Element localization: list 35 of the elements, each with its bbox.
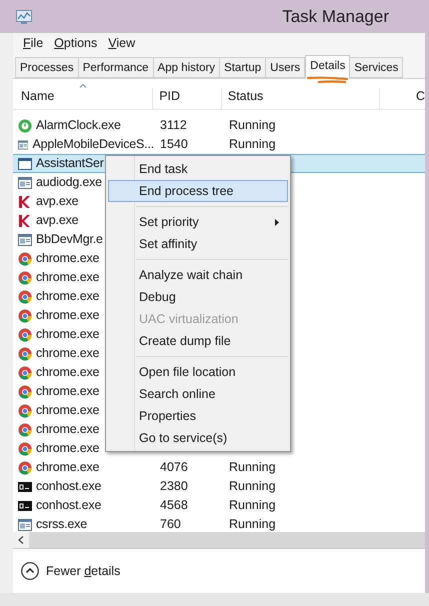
pid-cell: 4076	[160, 460, 188, 474]
process-name: conhost.exe	[36, 478, 102, 496]
process-name: chrome.exe	[36, 326, 100, 344]
process-name: chrome.exe	[36, 364, 100, 382]
process-name: chrome.exe	[36, 269, 100, 286]
process-name: csrss.exe	[36, 516, 87, 532]
process-name: chrome.exe	[36, 307, 100, 324]
process-name: chrome.exe	[36, 421, 100, 438]
status-cell: Running	[229, 118, 276, 132]
pid-cell: 1540	[160, 137, 188, 152]
pid-cell: 3112	[160, 118, 187, 132]
status-cell: Running	[229, 137, 276, 152]
status-cell: Running	[229, 479, 276, 494]
pid-cell: 760	[160, 517, 181, 532]
pid-cell: 2380	[160, 479, 188, 494]
process-name: audiodg.exe	[36, 174, 102, 192]
process-name: conhost.exe	[36, 497, 102, 514]
status-cell: Running	[229, 498, 276, 512]
window-title: Task Manager	[282, 6, 389, 28]
process-name: chrome.exe	[36, 250, 100, 268]
process-name: avp.exe	[36, 193, 78, 210]
process-name: AssistantSer	[36, 155, 104, 172]
process-name: chrome.exe	[36, 440, 100, 458]
process-name: BbDevMgr.e	[36, 231, 103, 248]
process-name: avp.exe	[36, 212, 78, 230]
process-name: chrome.exe	[36, 383, 100, 400]
status-cell: Running	[229, 460, 276, 474]
process-name: chrome.exe	[36, 345, 100, 362]
status-cell: Running	[229, 517, 276, 532]
pid-cell: 4568	[160, 498, 188, 512]
process-name: AppleMobileDeviceS...	[32, 136, 154, 154]
process-name: chrome.exe	[36, 402, 100, 420]
process-name: AlarmClock.exe	[36, 117, 121, 134]
process-name: chrome.exe	[36, 288, 100, 306]
process-name: chrome.exe	[36, 459, 100, 476]
